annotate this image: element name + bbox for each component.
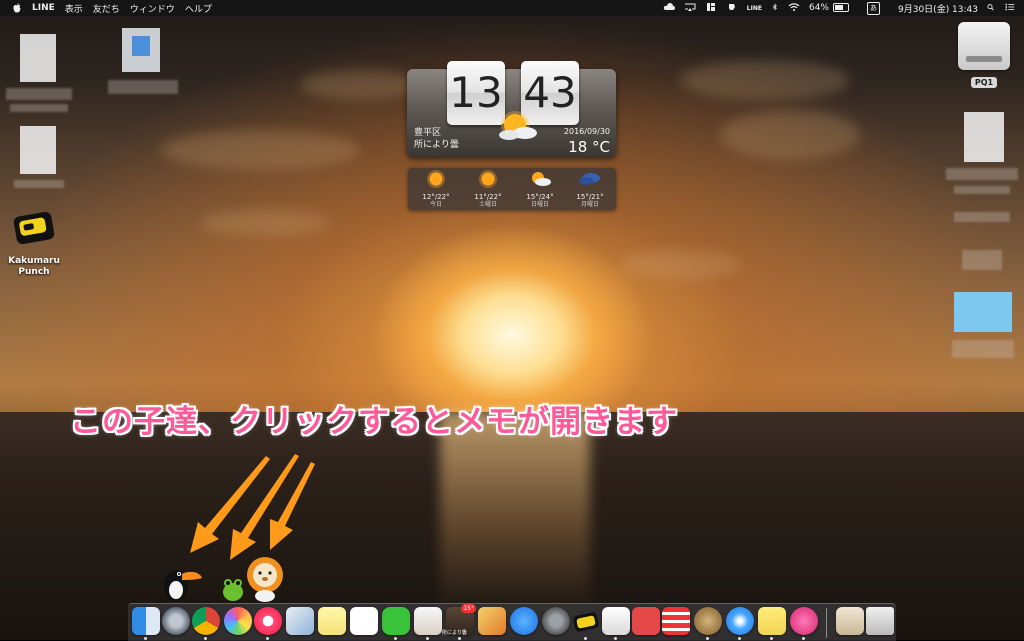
drive-pq1[interactable]: PQ1 xyxy=(956,22,1012,89)
kakumaru-punch-icon xyxy=(13,211,55,245)
cloud-icon xyxy=(579,173,600,185)
chrome-icon[interactable] xyxy=(192,607,220,640)
frog-pet-icon[interactable] xyxy=(220,576,246,602)
menu-view[interactable]: 表示 xyxy=(65,2,83,15)
kakumaru-punch-label: Kakumaru Punch xyxy=(8,256,60,277)
wifi-icon[interactable] xyxy=(788,2,800,14)
weather-badge: 15° xyxy=(461,604,476,613)
weather-app-icon[interactable]: 15° 所により曇 xyxy=(442,604,476,640)
toucan-pet-icon[interactable] xyxy=(160,560,204,604)
notification-center-icon[interactable] xyxy=(1005,3,1015,14)
documents-stack-icon[interactable] xyxy=(836,607,864,635)
menu-help[interactable]: ヘルプ xyxy=(185,2,212,15)
owl-app-icon[interactable] xyxy=(694,607,722,640)
forecast-day: 15°/21° 月曜日 xyxy=(564,168,616,210)
kakumaru-punch-app[interactable]: Kakumaru Punch xyxy=(8,210,60,278)
hard-drive-icon xyxy=(958,22,1010,70)
kakumaru-dock-icon[interactable] xyxy=(572,607,600,640)
weather-dock-label: 所により曇 xyxy=(442,630,467,636)
sun-cloud-icon xyxy=(532,172,551,186)
evernote-icon[interactable] xyxy=(726,3,738,14)
preview-icon[interactable] xyxy=(286,607,314,635)
menu-bar: LINE 表示 友だち ウィンドウ ヘルプ LINE 64% あ 9月30日(金… xyxy=(0,0,1024,16)
sun-icon xyxy=(427,170,445,188)
cloud-status-icon[interactable] xyxy=(663,2,675,14)
notes-icon[interactable] xyxy=(318,607,346,635)
textedit-icon[interactable] xyxy=(414,607,442,640)
drive-label: PQ1 xyxy=(970,77,998,88)
clock[interactable]: 9月30日(金) 13:43 xyxy=(898,2,978,15)
sun-reflection xyxy=(440,412,590,612)
launchpad-icon[interactable] xyxy=(162,607,190,635)
line-status-icon[interactable]: LINE xyxy=(747,5,762,12)
system-preferences-icon[interactable] xyxy=(542,607,570,635)
line-app-icon[interactable] xyxy=(382,607,410,640)
weather-location: 豊平区 xyxy=(414,128,442,138)
list-app-icon[interactable] xyxy=(662,607,690,635)
menu-friends[interactable]: 友だち xyxy=(93,2,120,15)
spotlight-icon[interactable] xyxy=(987,3,996,14)
weather-temperature: 18 °C xyxy=(568,138,610,156)
finder-icon[interactable] xyxy=(132,607,160,640)
app-store-icon[interactable] xyxy=(510,607,538,635)
weather-date: 2016/09/30 xyxy=(563,127,610,136)
input-method-icon[interactable]: あ xyxy=(867,1,889,15)
layout-status-icon[interactable] xyxy=(705,2,717,14)
stickies-icon[interactable] xyxy=(758,607,786,640)
weather-forecast[interactable]: 12°/22° 今日 11°/22° 土曜日 15°/24° 日曜日 15°/2… xyxy=(408,168,616,210)
sun-icon xyxy=(479,170,497,188)
flip-clock-weather-widget[interactable]: 13 43 豊平区 所により曇 2016/09/30 18 °C xyxy=(407,61,616,157)
menu-app-name[interactable]: LINE xyxy=(32,3,55,13)
forecast-day: 11°/22° 土曜日 xyxy=(462,168,514,210)
reminders-icon[interactable] xyxy=(350,607,378,635)
itunes-icon[interactable] xyxy=(254,607,282,640)
lion-pet-icon[interactable] xyxy=(244,556,286,602)
battery-percent[interactable]: 64% xyxy=(809,3,829,13)
trash-icon[interactable] xyxy=(866,607,894,635)
dock: 15° 所により曇 xyxy=(128,603,896,641)
annotation-caption: この子達、クリックするとメモが開きます xyxy=(70,404,678,440)
bookmark-app-icon[interactable] xyxy=(632,607,660,635)
bluetooth-icon[interactable] xyxy=(771,3,779,14)
airplay-icon[interactable] xyxy=(684,3,696,14)
tool-app-icon[interactable] xyxy=(602,607,630,640)
apple-menu-icon[interactable] xyxy=(12,3,22,13)
forecast-day: 12°/22° 今日 xyxy=(410,168,462,210)
image-app-icon[interactable] xyxy=(478,607,506,635)
sun-cloud-icon xyxy=(499,111,537,140)
weather-condition: 所により曇 xyxy=(414,140,459,150)
battery-icon[interactable] xyxy=(833,3,858,13)
safari-icon[interactable] xyxy=(726,607,754,640)
lips-app-icon[interactable] xyxy=(790,607,818,640)
forecast-day: 15°/24° 日曜日 xyxy=(514,168,566,210)
dock-separator xyxy=(826,608,827,638)
photos-icon[interactable] xyxy=(224,607,252,635)
menu-window[interactable]: ウィンドウ xyxy=(130,2,175,15)
